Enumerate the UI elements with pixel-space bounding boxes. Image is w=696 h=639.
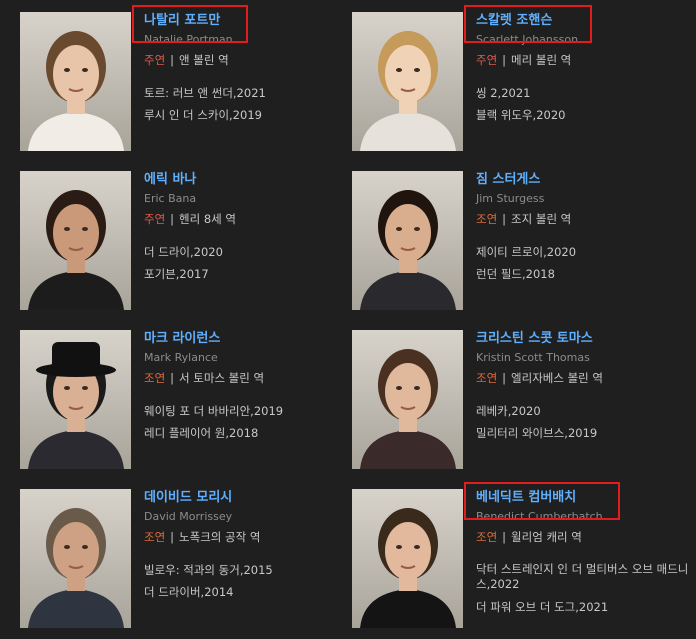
actor-photo[interactable] [352,489,463,628]
role-row: 주연 | 헨리 8세 역 [144,211,236,227]
actor-photo[interactable] [20,330,131,469]
actor-photo[interactable] [20,489,131,628]
actor-photo[interactable] [352,171,463,310]
cast-card: 에릭 바나 Eric Bana 주연 | 헨리 8세 역더 드라이,2020 포기븐,20… [20,171,360,311]
filmography-list: 더 드라이,2020 포기븐,2017 [144,241,360,285]
role-name: 헨리 8세 역 [179,212,236,226]
filmography-item[interactable]: 밀리터리 와이브스,2019 [476,422,692,444]
actor-photo[interactable] [352,12,463,151]
actor-name-en: Mark Rylance [144,351,218,364]
actor-photo[interactable] [20,12,131,151]
cast-card: 데이비드 모리시 David Morrissey 조연 | 노폭크의 공작 역빌로우: … [20,489,360,629]
role-name: 앤 볼린 역 [179,53,229,67]
role-type-badge: 조연 [476,212,498,226]
role-row: 조연 | 서 토마스 볼린 역 [144,370,264,386]
cast-card: 마크 라이런스 Mark Rylance 조연 | 서 토마스 볼린 역웨이팅 포 더 … [20,330,360,470]
actor-name-ko[interactable]: 마크 라이런스 [144,330,220,348]
actor-name-en: Jim Sturgess [476,192,545,205]
role-row: 조연 | 엘리자베스 볼린 역 [476,370,603,386]
role-row: 조연 | 윌리엄 캐리 역 [476,529,582,545]
filmography-item[interactable]: 닥터 스트레인지 인 더 멀티버스 오브 매드니스,2022 [476,562,692,592]
filmography-item[interactable]: 더 드라이버,2014 [144,581,360,603]
role-name: 서 토마스 볼린 역 [179,371,265,385]
filmography-item[interactable]: 더 드라이,2020 [144,241,360,263]
role-row: 주연 | 메리 볼린 역 [476,52,571,68]
role-separator: | [502,212,507,226]
cast-card: 짐 스터게스 Jim Sturgess 조연 | 조지 볼린 역제이티 르로이,2020… [352,171,692,311]
role-row: 조연 | 조지 볼린 역 [476,211,571,227]
cast-card: 스칼렛 조핸슨 Scarlett Johansson 주연 | 메리 볼린 역씽 2,2… [352,5,692,152]
actor-name-en: Kristin Scott Thomas [476,351,590,364]
role-row: 조연 | 노폭크의 공작 역 [144,529,260,545]
role-separator: | [170,212,175,226]
filmography-item[interactable]: 빌로우: 적과의 동거,2015 [144,559,360,581]
cast-grid: 나탈리 포트만 Natalie Portman 주연 | 앤 볼린 역토르: 러브 앤 … [0,0,696,639]
actor-photo[interactable] [20,171,131,310]
filmography-item[interactable]: 웨이팅 포 더 바바리안,2019 [144,400,360,422]
actor-name-ko[interactable]: 에릭 바나 [144,171,196,189]
filmography-item[interactable]: 레베카,2020 [476,400,692,422]
role-name: 노폭크의 공작 역 [179,530,261,544]
cast-card: 베네딕트 컴버배치 Benedict Cumberbatch 조연 | 윌리엄 캐리 역… [352,482,692,629]
role-name: 윌리엄 캐리 역 [511,530,582,544]
actor-name-en: David Morrissey [144,510,233,523]
filmography-item[interactable]: 루시 인 더 스카이,2019 [144,104,360,126]
actor-name-en: Benedict Cumberbatch [476,510,603,523]
actor-name-ko[interactable]: 베네딕트 컴버배치 [476,489,576,507]
actor-name-en: Scarlett Johansson [476,33,579,46]
role-separator: | [170,530,175,544]
role-type-badge: 주연 [476,53,498,67]
role-separator: | [502,53,507,67]
filmography-item[interactable]: 더 파워 오브 더 도그,2021 [476,596,692,618]
filmography-list: 웨이팅 포 더 바바리안,2019 레디 플레이어 원,2018 [144,400,360,444]
actor-name-en: Natalie Portman [144,33,233,46]
filmography-list: 제이티 르로이,2020 런던 필드,2018 [476,241,692,285]
role-type-badge: 주연 [144,53,166,67]
role-name: 메리 볼린 역 [511,53,572,67]
cast-card: 크리스틴 스콧 토마스 Kristin Scott Thomas 조연 | 엘리자베스 … [352,330,692,470]
cast-card: 나탈리 포트만 Natalie Portman 주연 | 앤 볼린 역토르: 러브 앤 … [20,5,360,152]
filmography-list: 닥터 스트레인지 인 더 멀티버스 오브 매드니스,2022 더 파워 오브 더 … [476,559,692,618]
actor-name-ko[interactable]: 짐 스터게스 [476,171,540,189]
filmography-item[interactable]: 블랙 위도우,2020 [476,104,692,126]
actor-name-ko[interactable]: 스칼렛 조핸슨 [476,12,552,30]
filmography-list: 토르: 러브 앤 썬더,2021 루시 인 더 스카이,2019 [144,82,360,126]
actor-name-ko[interactable]: 크리스틴 스콧 토마스 [476,330,593,348]
filmography-item[interactable]: 포기븐,2017 [144,263,360,285]
filmography-item[interactable]: 제이티 르로이,2020 [476,241,692,263]
actor-name-ko[interactable]: 데이비드 모리시 [144,489,232,507]
role-type-badge: 조연 [144,530,166,544]
role-name: 엘리자베스 볼린 역 [511,371,603,385]
filmography-list: 빌로우: 적과의 동거,2015 더 드라이버,2014 [144,559,360,603]
role-type-badge: 조연 [144,371,166,385]
role-type-badge: 주연 [144,212,166,226]
filmography-item[interactable]: 토르: 러브 앤 썬더,2021 [144,82,360,104]
actor-photo[interactable] [352,330,463,469]
filmography-item[interactable]: 씽 2,2021 [476,82,692,104]
role-row: 주연 | 앤 볼린 역 [144,52,229,68]
filmography-list: 레베카,2020 밀리터리 와이브스,2019 [476,400,692,444]
actor-name-en: Eric Bana [144,192,197,205]
role-name: 조지 볼린 역 [511,212,572,226]
filmography-list: 씽 2,2021 블랙 위도우,2020 [476,82,692,126]
role-separator: | [502,530,507,544]
role-type-badge: 조연 [476,530,498,544]
role-separator: | [502,371,507,385]
role-type-badge: 조연 [476,371,498,385]
role-separator: | [170,371,175,385]
filmography-item[interactable]: 런던 필드,2018 [476,263,692,285]
actor-name-ko[interactable]: 나탈리 포트만 [144,12,220,30]
role-separator: | [170,53,175,67]
filmography-item[interactable]: 레디 플레이어 원,2018 [144,422,360,444]
